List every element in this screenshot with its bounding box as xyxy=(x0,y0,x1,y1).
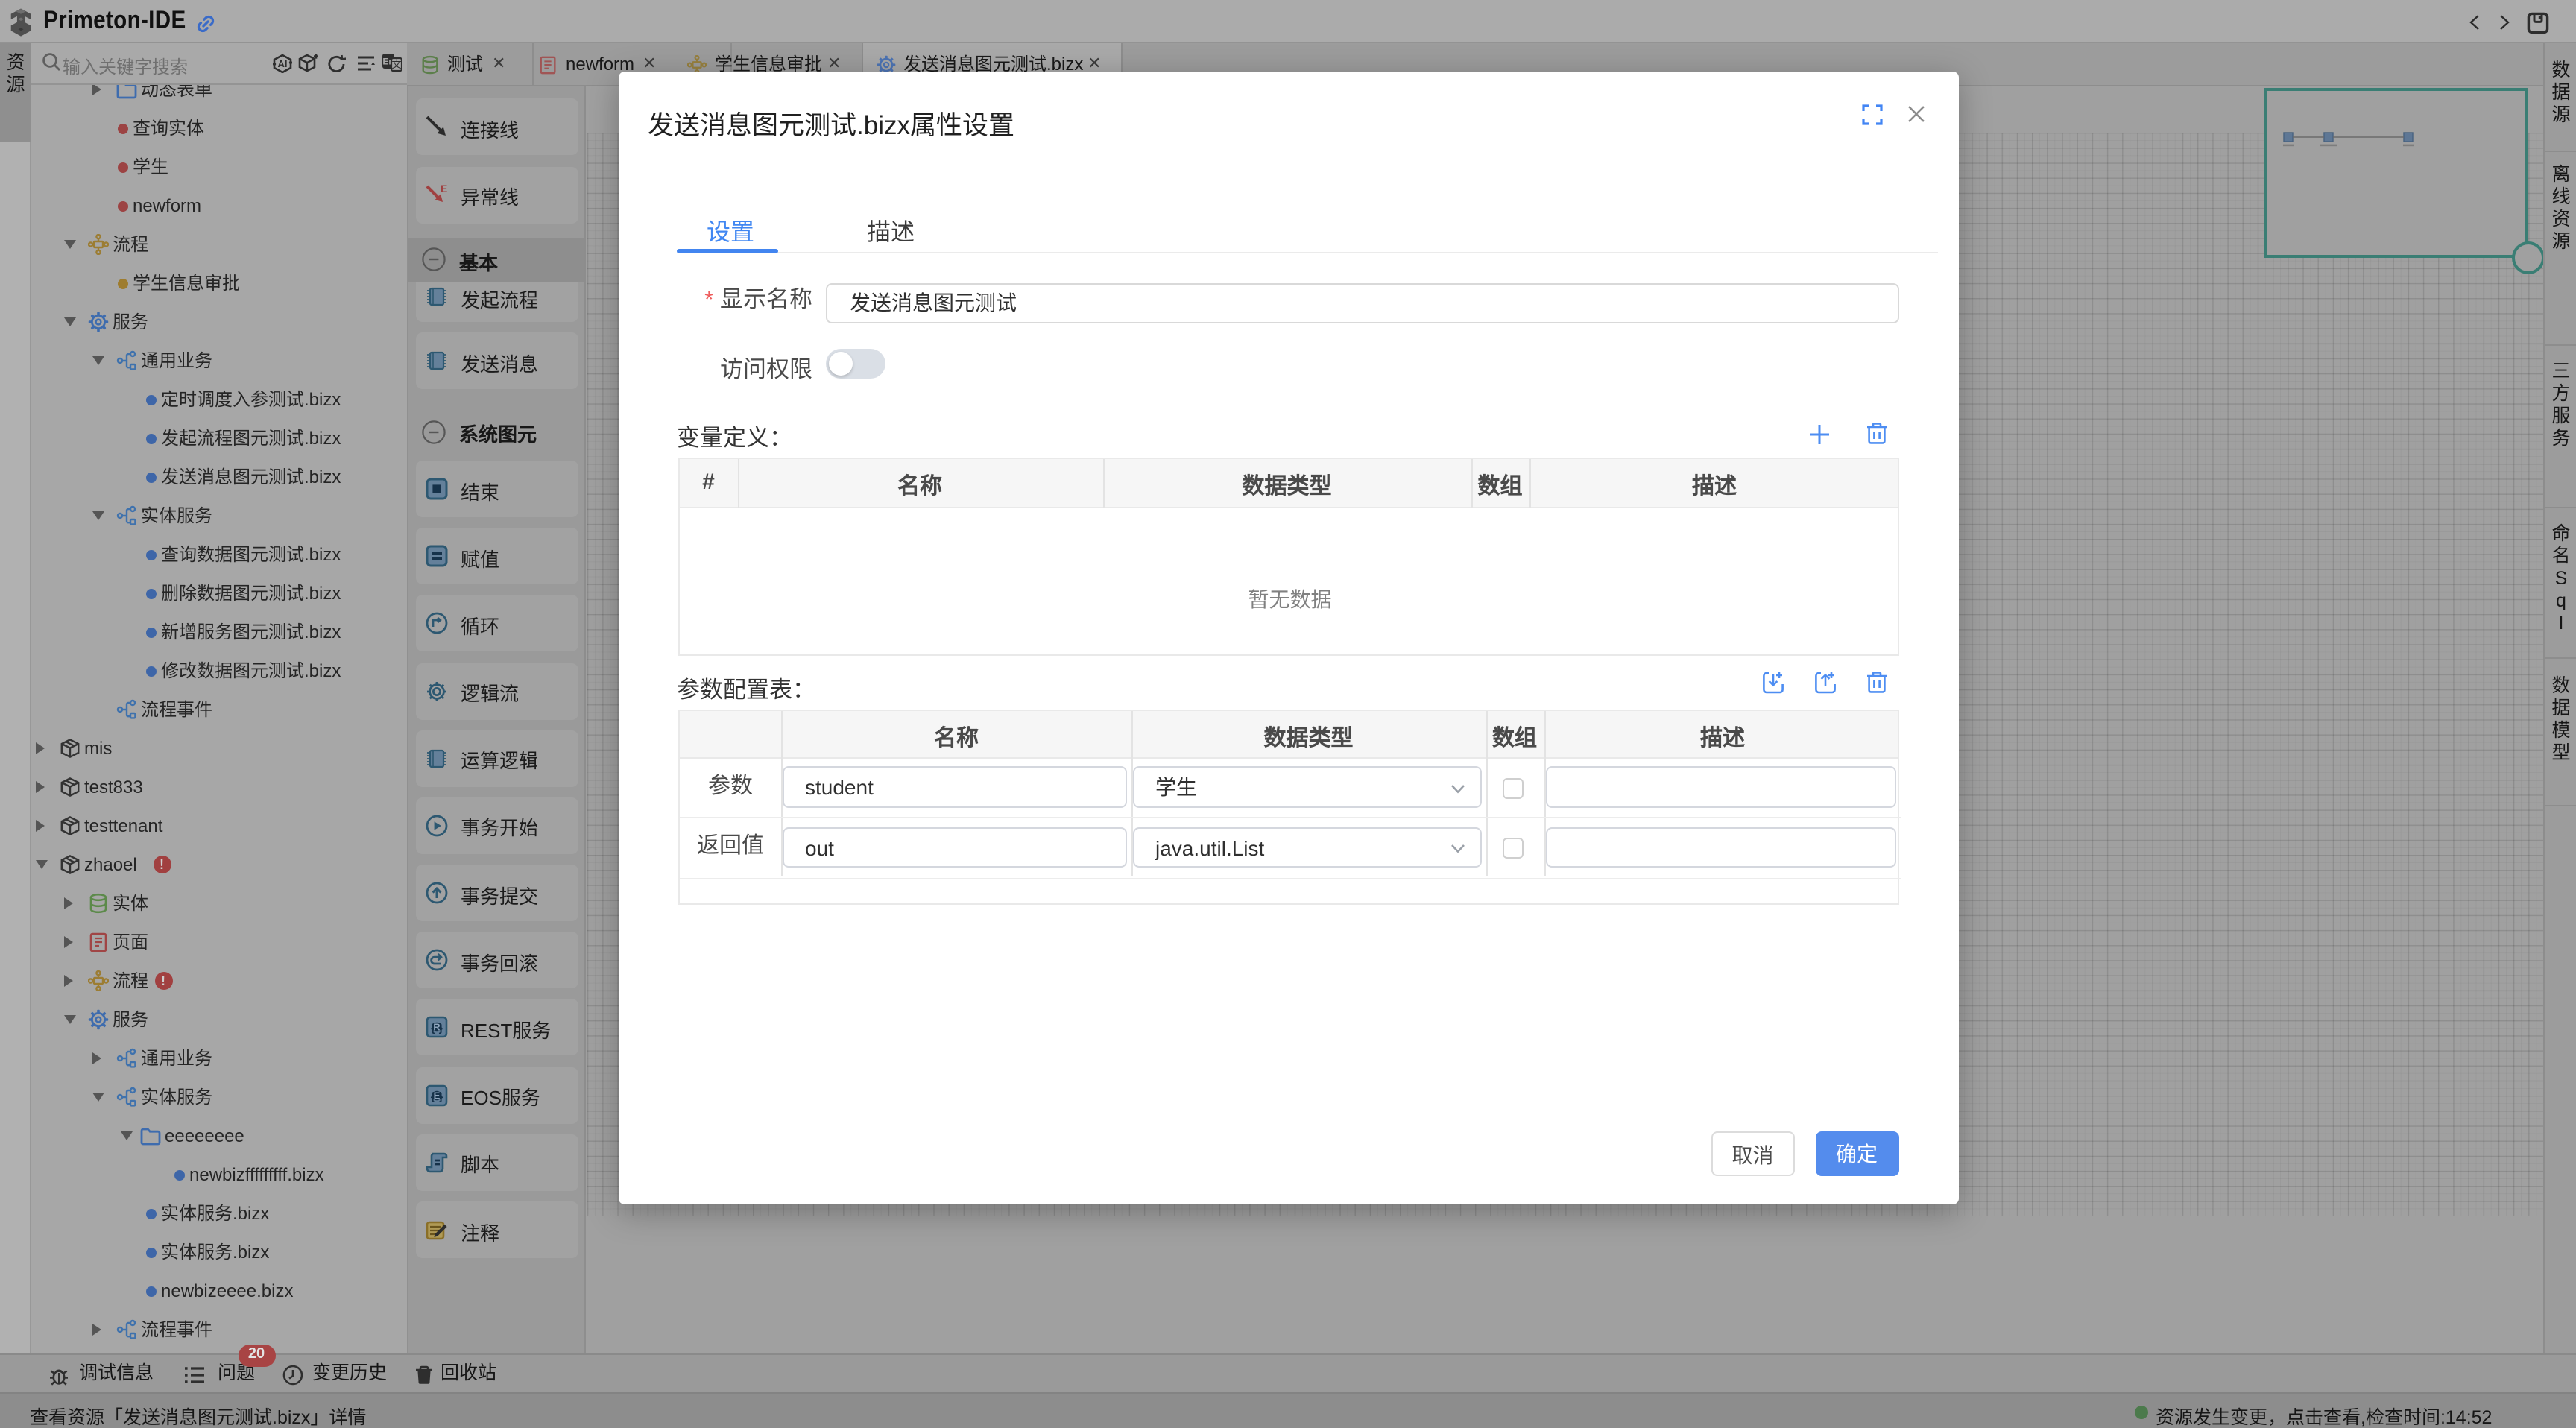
svg-text:AI: AI xyxy=(277,57,287,69)
svg-text:E: E xyxy=(433,1090,440,1101)
svg-text:R: R xyxy=(432,1022,440,1033)
svg-text:E: E xyxy=(440,183,446,194)
svg-text:文: 文 xyxy=(391,59,400,70)
